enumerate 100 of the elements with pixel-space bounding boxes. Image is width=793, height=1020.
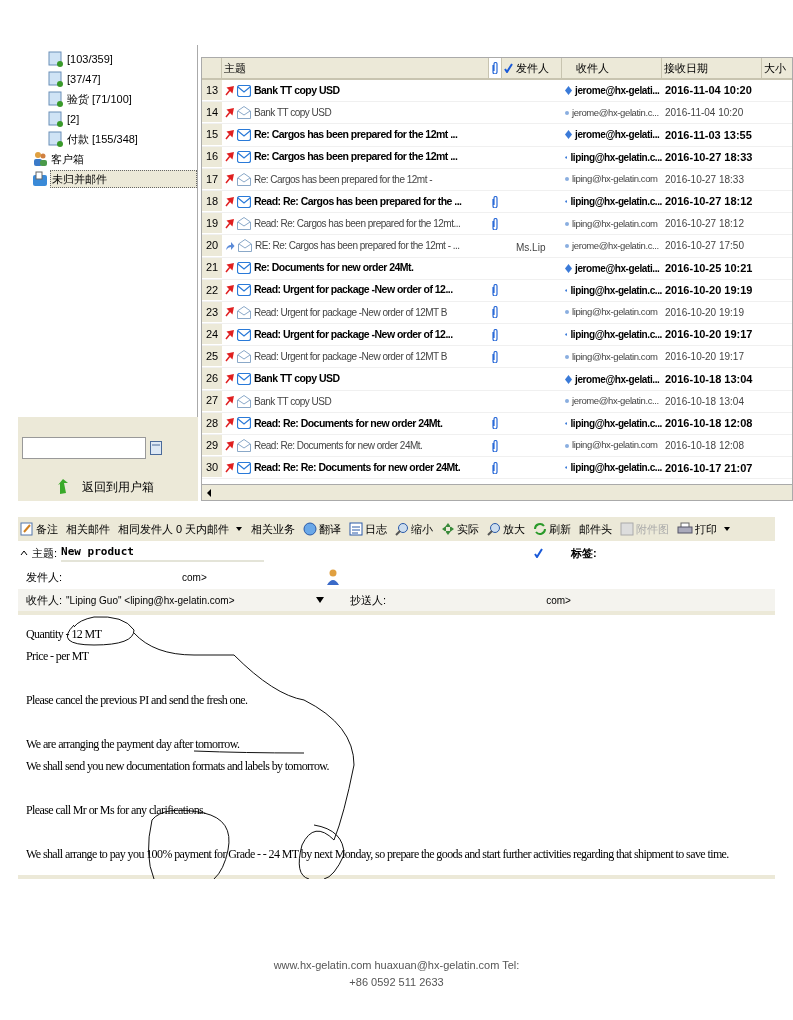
dot-icon: [565, 354, 569, 359]
closed-envelope-icon: [237, 151, 251, 164]
row-number: 17: [202, 168, 222, 190]
collapse-caret-icon[interactable]: [20, 550, 28, 556]
subject-cell[interactable]: Bank TT copy USD: [254, 105, 332, 121]
subject-cell[interactable]: Read: Urgent for package -New order of 12MT B: [254, 349, 447, 365]
toolbar-button[interactable]: 相同发件人 0 天内邮件: [118, 520, 244, 538]
recipient-cell: jerome@hx-gelatin.c...: [572, 394, 659, 409]
row-number: 27: [202, 390, 222, 412]
recipient-cell: liping@hx-gelatin.com: [572, 216, 658, 231]
closed-envelope-icon: [237, 195, 251, 208]
subject-cell[interactable]: Read: Urgent for package -New order of 12...: [254, 326, 453, 343]
row-number: 24: [202, 324, 222, 346]
folder-icon: [48, 131, 64, 147]
sender-cell: Ms.Lip: [516, 241, 546, 253]
date-cell-text: 2016-10-18 12:08: [664, 416, 754, 432]
zoom-in-icon: [487, 522, 502, 536]
subject-cell[interactable]: Re: Documents for new order 24Mt.: [254, 260, 414, 276]
folder-item[interactable]: 客户箱: [50, 150, 85, 168]
column-header[interactable]: 大小: [762, 59, 786, 77]
date-cell-text: 2016-10-27 18:33: [664, 172, 745, 187]
dot-icon: [565, 221, 569, 226]
cc-label: 抄送人:: [350, 592, 387, 608]
subject-cell[interactable]: Re: Cargos has been prepared for the 12mt ...: [254, 127, 458, 143]
toolbar-button[interactable]: 翻译: [303, 520, 342, 538]
subject-cell[interactable]: Read: Re: Documents for new order 24Mt.: [254, 438, 423, 454]
toolbar-button[interactable]: 刷新: [533, 520, 572, 538]
toolbar-button[interactable]: 备注: [20, 520, 58, 538]
toolbar-button[interactable]: 实际: [441, 520, 480, 538]
subject-cell[interactable]: Read: Re: Re: Documents for new order 24Mt.: [254, 459, 461, 476]
toolbar-button[interactable]: 日志: [349, 520, 388, 538]
toolbar-button[interactable]: 相关邮件: [66, 520, 110, 538]
picture-icon: [620, 522, 635, 536]
row-number: 29: [202, 435, 222, 457]
people-icon: [32, 151, 48, 167]
subject-cell[interactable]: Read: Re: Cargos has been prepared for the ...: [254, 193, 462, 210]
subject-cell[interactable]: Read: Re: Documents for new order 24Mt.: [254, 415, 443, 432]
recipient-cell-text: jerome@hx-gelati...: [575, 128, 660, 143]
folder-item[interactable]: 付款 [155/348]: [66, 130, 139, 148]
date-cell-text: 2016-10-27 18:12: [664, 194, 754, 210]
toolbar-button[interactable]: 打印: [677, 520, 732, 538]
search-field[interactable]: [22, 437, 146, 459]
paperclip-icon: [492, 62, 498, 74]
subject-label: 主题:: [32, 545, 58, 561]
folder-item[interactable]: 未归并邮件: [50, 169, 197, 189]
return-to-mailbox-button[interactable]: 返回到用户箱: [18, 473, 198, 501]
column-header[interactable]: 收件人: [562, 58, 662, 78]
date-cell-text: 2016-10-18 12:08: [664, 439, 745, 454]
subject-cell[interactable]: Read: Urgent for package -New order of 12MT B: [254, 304, 447, 320]
recipient-cell-text: liping@hx-gelatin.c...: [570, 416, 662, 431]
row-number: 28: [202, 412, 222, 434]
dropdown-caret-icon[interactable]: [316, 597, 325, 603]
toolbar-button[interactable]: 缩小: [395, 520, 434, 538]
column-header[interactable]: 发件人: [514, 58, 562, 78]
toolbar-button[interactable]: 相关业务: [251, 520, 296, 538]
calendar-icon: [150, 441, 162, 455]
folder-item[interactable]: [103/359]: [66, 50, 114, 68]
recipient-cell-text: liping@hx-gelatin.c...: [570, 283, 662, 298]
subject-cell[interactable]: RE: Re: Cargos has been prepared for the 12mt - ...: [255, 238, 460, 254]
closed-envelope-icon: [237, 128, 251, 141]
closed-envelope-icon: [237, 84, 251, 97]
subject-cell[interactable]: Bank TT copy USD: [254, 371, 340, 387]
date-cell-text: 2016-10-20 19:17: [664, 350, 745, 365]
subject-cell[interactable]: Re: Cargos has been prepared for the 12mt -: [254, 171, 433, 187]
folder-item[interactable]: [37/47]: [66, 70, 102, 88]
subject-cell[interactable]: Read: Re: Cargos has been prepared for the 12mt...: [254, 216, 461, 232]
row-number: 21: [202, 257, 222, 279]
row-number: 16: [202, 146, 222, 168]
folder-item[interactable]: 验货 [71/100]: [66, 90, 133, 108]
subject-cell[interactable]: Read: Urgent for package -New order of 12...: [254, 282, 453, 299]
dot-icon: [565, 243, 569, 248]
folder-icon: [48, 71, 64, 87]
toolbar-button[interactable]: 邮件头: [579, 520, 613, 538]
column-header[interactable]: 主题: [222, 59, 488, 77]
footer-text: www.hx-gelatin.com huaxuan@hx-gelatin.com Tel:: [273, 958, 520, 973]
recipient-cell-text: jerome@hx-gelati...: [575, 372, 660, 387]
subject-cell[interactable]: Bank TT copy USD: [254, 82, 340, 99]
open-envelope-icon: [237, 394, 251, 408]
subject-cell[interactable]: Bank TT copy USD: [254, 393, 332, 409]
date-cell-text: 2016-10-17 21:07: [664, 460, 754, 476]
globe-icon: [303, 522, 318, 536]
folder-item[interactable]: [2]: [66, 110, 81, 128]
subject-text: New product: [61, 543, 264, 563]
recipient-cell-text: liping@hx-gelatin.c...: [570, 150, 662, 165]
row-number: 19: [202, 213, 222, 235]
recipient-cell-text: jerome@hx-gelatin.c...: [572, 238, 659, 253]
subject-cell[interactable]: Re: Cargos has been prepared for the 12mt ...: [254, 149, 458, 166]
recipient-cell: liping@hx-gelatin.com: [572, 172, 658, 187]
from-value: com>: [182, 570, 207, 585]
body-line: We are arranging the payment day after tomorrow.: [26, 736, 241, 753]
mailbox-icon: [32, 171, 48, 187]
body-line: Please cancel the previous PI and send the fresh one.: [26, 692, 249, 709]
contact-icon: [326, 569, 339, 585]
row-number: 30: [202, 457, 222, 479]
date-cell-text: 2016-10-27 18:12: [664, 217, 745, 232]
checkmark-icon: [503, 63, 513, 73]
row-number: 23: [202, 301, 222, 324]
row-number: 13: [202, 80, 222, 102]
column-header[interactable]: 接收日期: [662, 58, 762, 78]
toolbar-button[interactable]: 放大: [487, 520, 526, 538]
